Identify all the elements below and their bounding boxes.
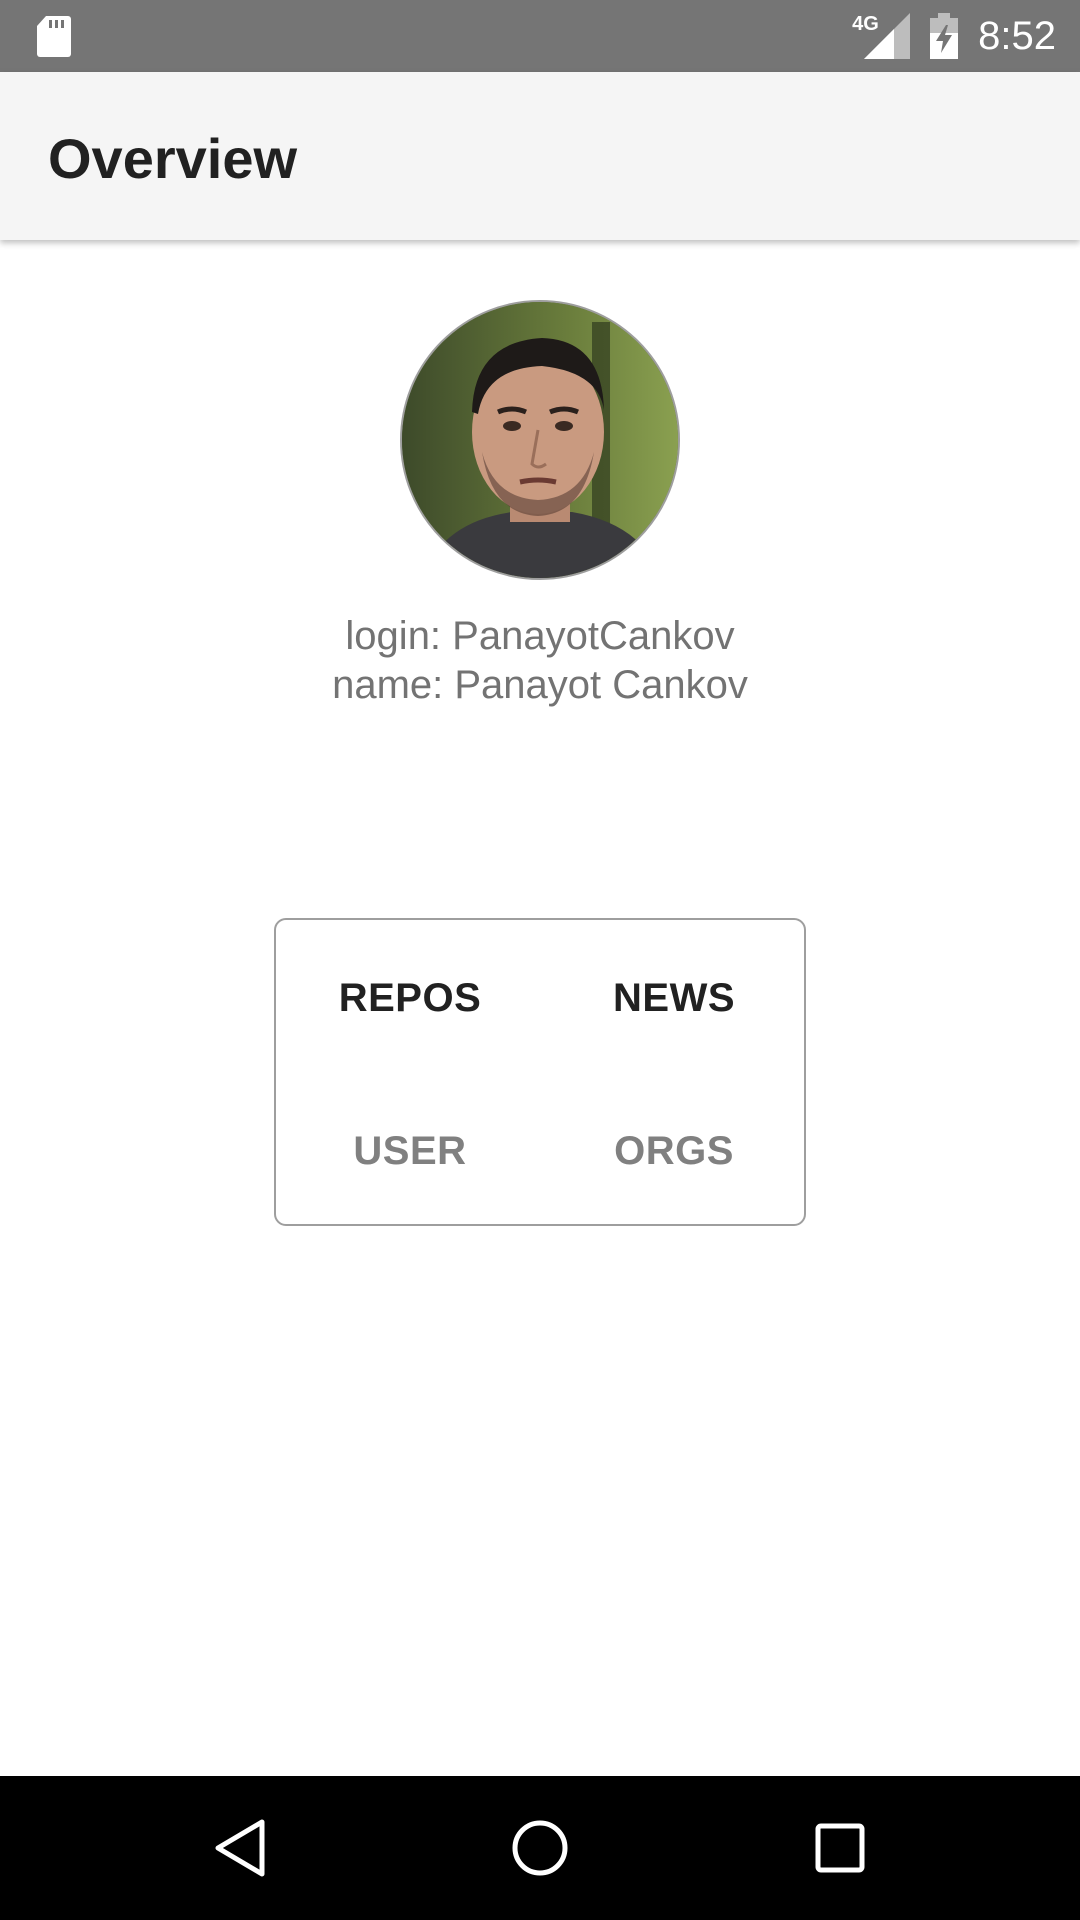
back-icon[interactable]	[204, 1812, 276, 1884]
repos-button[interactable]: REPOS	[310, 958, 510, 1038]
login-text: login: PanayotCankov	[345, 614, 735, 658]
battery-charging-icon	[928, 13, 960, 59]
navigation-menu: REPOS NEWS USER ORGS	[274, 918, 806, 1226]
home-icon[interactable]	[504, 1812, 576, 1884]
status-time: 8:52	[978, 13, 1056, 58]
app-bar: Overview	[0, 72, 1080, 240]
user-info: login: PanayotCankov name: Panayot Canko…	[0, 612, 1080, 710]
status-bar: 4G 8:52	[0, 0, 1080, 72]
user-avatar	[400, 300, 680, 580]
recents-icon[interactable]	[804, 1812, 876, 1884]
name-text: name: Panayot Cankov	[332, 663, 748, 707]
sd-card-icon	[36, 14, 72, 58]
user-button[interactable]: USER	[310, 1111, 510, 1191]
screen: 4G 8:52 Overview login: PanayotCankov na…	[0, 0, 1080, 1920]
page-title: Overview	[48, 127, 298, 190]
main-content: login: PanayotCankov name: Panayot Canko…	[0, 240, 1080, 1776]
status-icons: 4G 8:52	[852, 0, 1056, 72]
orgs-button[interactable]: ORGS	[574, 1111, 774, 1191]
system-nav-bar	[0, 1776, 1080, 1920]
signal-icon: 4G	[852, 13, 911, 59]
news-button[interactable]: NEWS	[574, 958, 774, 1038]
